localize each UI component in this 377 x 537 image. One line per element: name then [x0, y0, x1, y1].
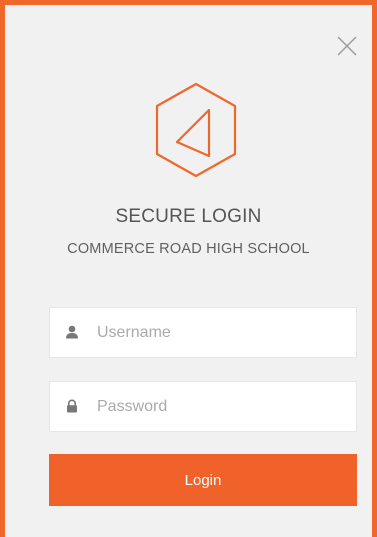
close-icon	[337, 36, 357, 56]
password-field[interactable]	[49, 381, 357, 432]
username-field[interactable]	[49, 307, 357, 358]
password-input[interactable]	[97, 382, 347, 431]
school-name: COMMERCE ROAD HIGH SCHOOL	[67, 241, 310, 257]
page-title: SECURE LOGIN	[115, 206, 262, 227]
login-button[interactable]: Login	[49, 454, 357, 506]
lock-icon	[67, 399, 77, 413]
close-button[interactable]	[336, 35, 358, 57]
hexagon-logo-icon	[155, 82, 237, 178]
login-modal: SECURE LOGIN COMMERCE ROAD HIGH SCHOOL L…	[0, 0, 377, 537]
user-icon	[66, 325, 78, 339]
username-input[interactable]	[97, 308, 347, 357]
